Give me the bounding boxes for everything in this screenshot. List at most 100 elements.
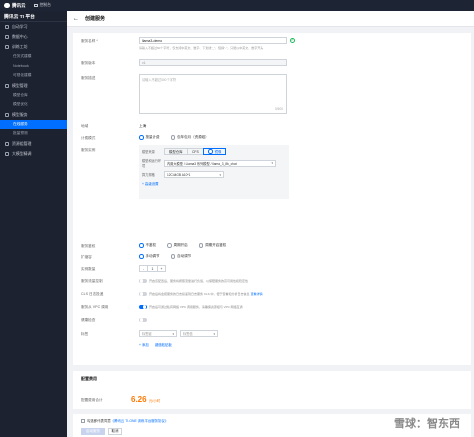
billing-label: 计费模式: [81, 136, 96, 140]
auth-option-period[interactable]: 周期开启: [167, 243, 188, 248]
model-select-label: 模型和运行环境: [142, 159, 162, 168]
sidebar-item-4[interactable]: Notebook: [0, 62, 67, 72]
flow-control-label: 服务流量控制: [81, 279, 103, 283]
menu-icon: [5, 141, 9, 146]
chevron-down-icon: ▾: [172, 331, 174, 336]
tag-key-select[interactable]: 标签键 ▾: [139, 330, 177, 337]
console-link[interactable]: 控制台: [33, 3, 51, 8]
model-select-value: 内置大模型 / Llama3 系列模型 / llama_3_8b_chat: [167, 161, 237, 166]
sidebar-item-9[interactable]: 模型服务: [0, 110, 67, 120]
agreement-link[interactable]: 《腾讯云 TI-ONE 训练平台服务协议》: [111, 418, 168, 423]
pricing-card: 配置费用 配置费用合计 6.26 元/小时: [73, 371, 471, 409]
sidebar-item-label: 资源组管理: [12, 140, 32, 146]
radio-checked-icon: [208, 149, 213, 154]
scale-label: 扩缩容: [81, 255, 92, 259]
sidebar-item-label: 任务式建模: [13, 54, 32, 59]
tab-cfs[interactable]: CFS: [186, 148, 204, 155]
sidebar-item-label: 大模型精调: [12, 150, 32, 156]
page-title: 创建服务: [85, 16, 106, 22]
sidebar-item-label: 模型服务: [12, 111, 28, 117]
sidebar-item-label: 批量预测: [13, 131, 28, 136]
tab-model-repo[interactable]: 模型仓库: [164, 148, 188, 155]
auth-option-none[interactable]: 不鉴权: [139, 243, 156, 248]
billing-option-resource-group[interactable]: 包年包月（资源组）: [170, 135, 209, 140]
auth-label: 服务鉴权: [81, 244, 96, 248]
vpc-desc: 开启后可通过私有网络 VPC 调用服务，请确保资源组与 VPC 网络互通: [149, 304, 243, 309]
scale-option-manual[interactable]: 手动调节: [139, 254, 160, 259]
sidebar-item-label: Notebook: [13, 64, 29, 69]
model-select[interactable]: 内置大模型 / Llama3 系列模型 / llama_3_8b_chat ▾: [164, 159, 276, 167]
sidebar-item-7[interactable]: 模型仓库: [0, 91, 67, 101]
sidebar-item-12[interactable]: 资源组管理: [0, 139, 67, 149]
tab-image[interactable]: 镜像: [203, 148, 227, 155]
sidebar-item-8[interactable]: 模型优化: [0, 100, 67, 110]
decrement-button[interactable]: -: [140, 266, 147, 271]
region-value: 上海: [139, 124, 147, 128]
vpc-label: 服务从 VPC 调用: [81, 305, 109, 309]
sidebar-item-1[interactable]: 数据中心: [0, 32, 67, 42]
service-desc-textarea[interactable]: 请输入不超过500个字符 0/500: [139, 74, 287, 114]
menu-icon: [5, 25, 9, 29]
sidebar-item-6[interactable]: 模型管理: [0, 81, 67, 91]
sidebar-item-0[interactable]: 自动学习: [0, 22, 67, 32]
sidebar-item-label: 训练工坊: [12, 44, 28, 49]
menu-icon: [5, 45, 9, 49]
spec-label: 算力规格: [142, 173, 155, 177]
vpc-toggle[interactable]: [139, 304, 147, 310]
brand-label: 腾讯云: [12, 2, 26, 8]
back-arrow-icon[interactable]: ←: [73, 16, 79, 22]
instance-count-value[interactable]: 1: [147, 266, 158, 271]
service-name-label: 服务名称 *: [81, 39, 98, 43]
add-tag-link[interactable]: + 添加: [139, 343, 149, 347]
scale-option-auto[interactable]: 自动调节: [170, 254, 191, 259]
cls-detail-link[interactable]: 查看详情: [251, 292, 263, 296]
form-card: 服务名称 * llama3-demo 请输入不超过60个字符，仅支持中英文、数字…: [73, 33, 471, 365]
spec-select[interactable]: 12C44GB A10*1 ▾: [164, 171, 224, 178]
health-check-toggle[interactable]: [139, 317, 147, 323]
advanced-settings-link[interactable]: + 高级设置: [142, 181, 286, 186]
sidebar-list: 自动学习 数据中心 训练工坊 任务式建模 Notebook 可视化建模 模型管理 模型仓库 模型…: [0, 22, 67, 159]
instance-count-stepper[interactable]: -1 +: [139, 265, 166, 272]
tab-image-label: 镜像: [214, 150, 222, 154]
agreement-checkbox[interactable]: 勾选即代表同意 《腾讯云 TI-ONE 训练平台服务协议》: [81, 418, 168, 423]
menu-icon: [5, 35, 9, 39]
sidebar: 腾讯云 TI 平台 自动学习 数据中心 训练工坊 任务式建模 Notebook 可视化建模…: [0, 11, 67, 437]
sidebar-item-5[interactable]: 可视化建模: [0, 71, 67, 81]
tag-value-select[interactable]: 标签值 ▾: [180, 330, 218, 337]
flow-control-toggle[interactable]: [139, 278, 147, 284]
start-service-button[interactable]: 启动服务: [81, 428, 105, 435]
tag-clipboard-link[interactable]: 键值粘贴板: [155, 343, 172, 347]
service-name-input[interactable]: llama3-demo: [139, 37, 287, 44]
billing-option-label: 包年包月（资源组）: [177, 135, 209, 139]
instance-count-label: 实例数量: [81, 267, 96, 271]
watermark: 雪球：智东西: [394, 417, 460, 430]
billing-option-label: 按量计费: [145, 135, 160, 139]
price-unit: 元/小时: [148, 399, 161, 403]
cancel-button[interactable]: 取消: [108, 428, 122, 435]
sidebar-item-2[interactable]: 训练工坊: [0, 42, 67, 52]
billing-option-payg[interactable]: 按量计费: [139, 135, 160, 140]
sidebar-item-label: 可视化建模: [13, 73, 32, 78]
sidebar-item-11[interactable]: 批量预测: [0, 129, 67, 139]
checkbox-icon: [81, 418, 85, 423]
sidebar-item-label: 自动学习: [12, 24, 28, 29]
cls-desc: 开启后将会把服务的日志投递到日志服务 CLS 中，便于查看和分析日志信息: [149, 291, 250, 296]
region-label: 地域: [81, 124, 89, 128]
cls-label: CLS 日志投递: [81, 292, 104, 296]
increment-button[interactable]: +: [158, 266, 165, 271]
sidebar-item-10[interactable]: 在线服务: [0, 119, 67, 129]
page-header: ← 创建服务: [67, 11, 474, 27]
radio-icon: [170, 135, 176, 140]
radio-icon: [198, 243, 204, 248]
console-label: 控制台: [39, 3, 51, 7]
service-version-label: 服务版本: [81, 61, 96, 65]
cls-toggle[interactable]: [139, 291, 147, 297]
auth-option-period-auth[interactable]: 周期开启鉴权: [198, 243, 226, 248]
tag-value-placeholder: 标签值: [183, 332, 193, 336]
auth-option-label: 周期开启: [173, 243, 188, 247]
menu-icon: [5, 83, 9, 88]
sidebar-item-3[interactable]: 任务式建模: [0, 52, 67, 62]
sidebar-item-13[interactable]: 大模型精调: [0, 149, 67, 159]
auth-option-label: 不鉴权: [145, 243, 157, 247]
top-bar: 腾讯云 控制台: [0, 0, 474, 11]
